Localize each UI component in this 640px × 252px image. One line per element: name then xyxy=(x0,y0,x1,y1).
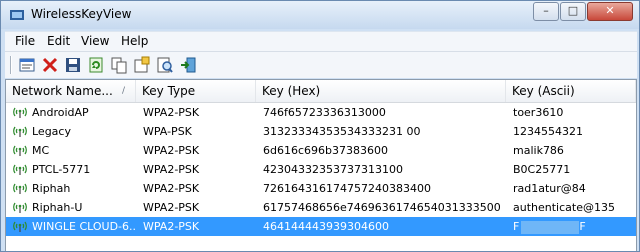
exit-icon[interactable] xyxy=(179,56,197,74)
cell-key-hex: 31323334353534333231 00 xyxy=(263,125,421,138)
menu-edit[interactable]: Edit xyxy=(47,34,70,48)
cell-network-name: Riphah xyxy=(6,179,136,198)
menu-view[interactable]: View xyxy=(81,34,109,48)
table-row[interactable]: WINGLE CLOUD-6... WPA2-PSK 464144443939304… xyxy=(6,217,636,236)
cell-key-ascii-text: authenticate@135 xyxy=(513,201,615,214)
find-icon[interactable] xyxy=(156,56,174,74)
toolbar xyxy=(5,51,637,78)
wireless-keys-list[interactable]: Network Name... / Key Type Key (Hex) Key… xyxy=(5,79,637,251)
column-label: Network Name... xyxy=(12,84,113,98)
cell-network-name-text: WINGLE CLOUD-6... xyxy=(32,220,136,233)
cell-network-name: Riphah-U xyxy=(6,198,136,217)
cell-key-hex: 61757468656e7469636174654031333500 xyxy=(263,201,501,214)
cell-key-ascii: FF xyxy=(513,217,635,236)
cell-key-type: WPA2-PSK xyxy=(143,163,200,176)
column-header-key-type[interactable]: Key Type xyxy=(136,80,256,102)
cell-network-name-text: AndroidAP xyxy=(32,106,89,119)
cell-key-ascii-end: F xyxy=(579,220,586,233)
cell-key-ascii: toer3610 xyxy=(513,103,635,122)
save-icon[interactable] xyxy=(64,56,82,74)
minimize-button[interactable]: – xyxy=(533,2,559,21)
cell-key-type: WPA2-PSK xyxy=(143,201,200,214)
redacted-mask xyxy=(521,220,580,234)
cell-key-hex: 42304332353737313100 xyxy=(263,163,403,176)
column-header-key-ascii[interactable]: Key (Ascii) xyxy=(506,80,636,102)
list-header: Network Name... / Key Type Key (Hex) Key… xyxy=(6,80,636,103)
wifi-network-icon xyxy=(13,107,27,118)
cell-key-ascii: 1234554321 xyxy=(513,122,635,141)
cell-network-name: AndroidAP xyxy=(6,103,136,122)
cell-key-ascii-text: toer3610 xyxy=(513,106,564,119)
column-header-network-name[interactable]: Network Name... / xyxy=(6,80,136,102)
cell-network-name-text: PTCL-5771 xyxy=(32,163,91,176)
cell-key-hex: 726164316174757240383400 xyxy=(263,182,431,195)
wifi-network-icon xyxy=(13,202,27,213)
table-row[interactable]: Legacy WPA-PSK 31323334353534333231 00 1234… xyxy=(6,122,636,141)
wifi-network-icon xyxy=(13,164,27,175)
properties-icon[interactable] xyxy=(18,56,36,74)
window-title: WirelessKeyView xyxy=(31,7,132,21)
sort-indicator-icon: / xyxy=(122,86,126,96)
title-bar[interactable]: WirelessKeyView – □ ✕ xyxy=(1,1,639,29)
cell-key-type: WPA2-PSK xyxy=(143,144,200,157)
cell-key-hex: 6d616c696b37383600 xyxy=(263,144,388,157)
cell-key-ascii-text: F xyxy=(513,220,520,233)
cell-key-ascii: rad1atur@84 xyxy=(513,179,635,198)
refresh-icon[interactable] xyxy=(87,56,105,74)
cell-network-name-text: Legacy xyxy=(32,125,71,138)
cell-key-ascii-text: rad1atur@84 xyxy=(513,182,586,195)
wifi-network-icon xyxy=(13,126,27,137)
wifi-network-icon xyxy=(13,145,27,156)
menu-file[interactable]: File xyxy=(15,34,35,48)
cell-key-type: WPA2-PSK xyxy=(143,220,200,233)
cell-key-ascii-text: malik786 xyxy=(513,144,564,157)
menu-bar: File Edit View Help xyxy=(5,31,637,51)
table-row[interactable]: MC WPA2-PSK 6d616c696b37383600 malik786 xyxy=(6,141,636,160)
cell-key-ascii: B0C25771 xyxy=(513,160,635,179)
delete-icon[interactable] xyxy=(41,56,59,74)
maximize-button[interactable]: □ xyxy=(560,2,586,21)
column-header-key-hex[interactable]: Key (Hex) xyxy=(256,80,506,102)
cell-network-name-text: Riphah xyxy=(32,182,71,195)
export-icon[interactable] xyxy=(133,56,151,74)
table-row[interactable]: AndroidAP WPA2-PSK 746f65723336313000 toer3… xyxy=(6,103,636,122)
cell-key-type: WPA2-PSK xyxy=(143,106,200,119)
table-row[interactable]: Riphah-U WPA2-PSK 61757468656e746963617465… xyxy=(6,198,636,217)
table-row[interactable]: PTCL-5771 WPA2-PSK 42304332353737313100 B0C… xyxy=(6,160,636,179)
menu-help[interactable]: Help xyxy=(121,34,148,48)
cell-network-name-text: MC xyxy=(32,144,50,157)
cell-key-hex: 464144443939304600 xyxy=(263,220,389,233)
cell-key-ascii: malik786 xyxy=(513,141,635,160)
cell-network-name-text: Riphah-U xyxy=(32,201,83,214)
app-window: WirelessKeyView – □ ✕ File Edit View Hel… xyxy=(0,0,640,252)
wifi-network-icon xyxy=(13,183,27,194)
cell-key-ascii: authenticate@135 xyxy=(513,198,635,217)
cell-network-name: Legacy xyxy=(6,122,136,141)
wifi-network-icon xyxy=(13,221,27,232)
copy-icon[interactable] xyxy=(110,56,128,74)
cell-key-ascii-text: 1234554321 xyxy=(513,125,583,138)
cell-network-name: PTCL-5771 xyxy=(6,160,136,179)
cell-key-type: WPA2-PSK xyxy=(143,182,200,195)
cell-key-type: WPA-PSK xyxy=(143,125,192,138)
close-button[interactable]: ✕ xyxy=(587,2,633,21)
app-icon xyxy=(10,10,24,20)
cell-key-ascii-text: B0C25771 xyxy=(513,163,571,176)
table-row[interactable]: Riphah WPA2-PSK 726164316174757240383400 ra… xyxy=(6,179,636,198)
cell-network-name: MC xyxy=(6,141,136,160)
cell-network-name: WINGLE CLOUD-6... xyxy=(6,217,136,236)
toolbar-separator xyxy=(10,56,12,74)
cell-key-hex: 746f65723336313000 xyxy=(263,106,386,119)
